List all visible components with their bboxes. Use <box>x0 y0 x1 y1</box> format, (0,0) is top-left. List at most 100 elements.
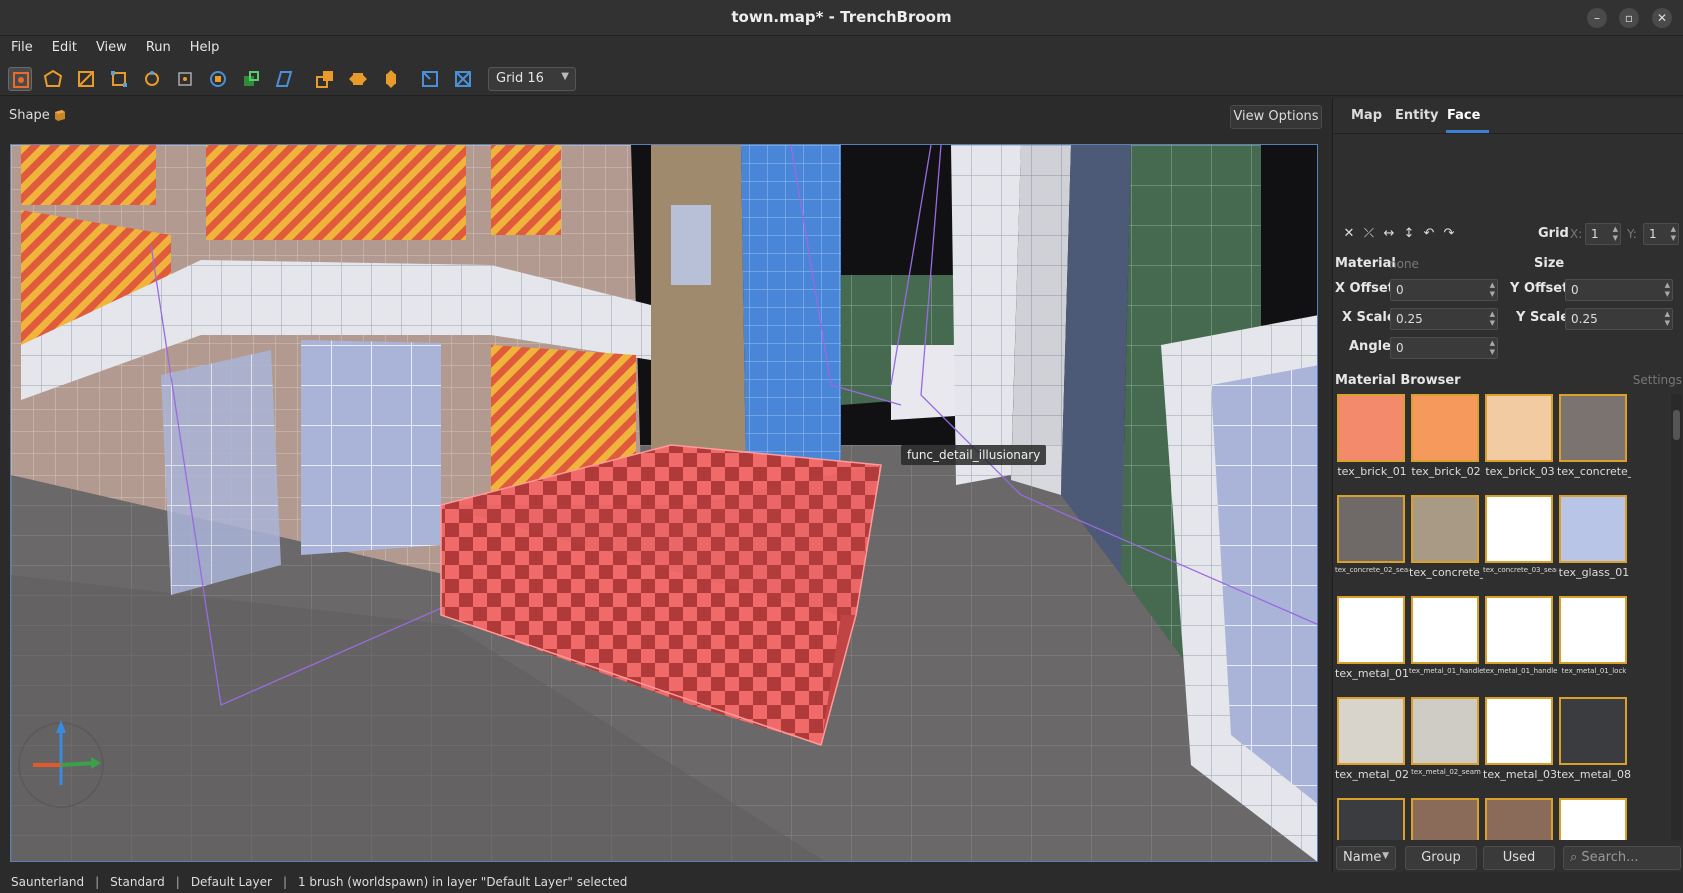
flip-vertical-icon[interactable] <box>379 67 403 91</box>
material-scrollbar[interactable] <box>1671 394 1682 840</box>
material-tile[interactable]: tex_brick_03 <box>1483 394 1557 478</box>
material-tile[interactable]: tex_brick_01 <box>1335 394 1409 478</box>
status-bar: Saunterland | Standard | Default Layer | 1 bru… <box>0 872 1683 893</box>
material-name: tex_metal_08 <box>1557 768 1631 781</box>
edge-tool-icon[interactable] <box>140 67 164 91</box>
grid-y-value: 1 <box>1649 227 1657 241</box>
cube-icon[interactable] <box>52 107 68 123</box>
search-field[interactable]: ⌕ Search... <box>1563 846 1681 870</box>
menu-bar: File Edit View Run Help <box>0 36 1683 62</box>
tab-face[interactable]: Face <box>1447 108 1480 123</box>
shear-tool-icon[interactable] <box>272 67 296 91</box>
view-options-button[interactable]: View Options <box>1230 105 1322 129</box>
scale-tool-icon[interactable] <box>239 67 263 91</box>
spinner-arrows-icon[interactable]: ▲ ▼ <box>1665 281 1670 299</box>
menu-run[interactable]: Run <box>135 36 179 55</box>
rotate-ccw-icon[interactable]: ↶ <box>1421 226 1437 242</box>
material-tile[interactable]: tex_metal_01_handle <box>1409 596 1483 675</box>
settings-link[interactable]: Settings <box>1633 373 1682 387</box>
grid-x-spinner[interactable]: 1 ▲ ▼ <box>1585 223 1621 245</box>
inspector-tabs: Map Entity Face <box>1333 98 1683 134</box>
status-mode: Standard <box>110 875 165 889</box>
reset-icon[interactable]: ✕ <box>1341 226 1357 242</box>
rotate-cw-icon[interactable]: ↷ <box>1441 226 1457 242</box>
y-scale-label: Y Scale <box>1516 310 1570 325</box>
group-toggle[interactable]: Group <box>1405 846 1477 870</box>
brush-tool-icon[interactable] <box>41 67 65 91</box>
minimize-icon[interactable]: – <box>1587 8 1607 28</box>
entity-name-label: func_detail_illusionary <box>901 445 1047 465</box>
maximize-icon[interactable]: ▫ <box>1619 8 1639 28</box>
material-tile[interactable]: tex_metal_01_lock <box>1557 596 1631 675</box>
material-tile[interactable]: tex_metal_02_seam <box>1409 697 1483 776</box>
menu-view[interactable]: View <box>85 36 135 55</box>
status-separator: | <box>175 875 180 889</box>
menu-file[interactable]: File <box>0 36 41 55</box>
duplicate-icon[interactable] <box>313 67 337 91</box>
search-placeholder: Search... <box>1581 850 1639 865</box>
shape-label: Shape <box>9 108 50 123</box>
grid-y-spinner[interactable]: 1 ▲ ▼ <box>1643 223 1679 245</box>
spinner-arrows-icon[interactable]: ▲ ▼ <box>1490 339 1495 357</box>
status-separator: | <box>282 875 287 889</box>
material-swatch <box>1411 495 1479 563</box>
spinner-arrows-icon[interactable]: ▲ ▼ <box>1613 225 1618 243</box>
spinner-arrows-icon[interactable]: ▲ ▼ <box>1665 310 1670 328</box>
used-toggle[interactable]: Used <box>1483 846 1555 870</box>
material-tile[interactable]: tex_concrete_02_seam <box>1335 495 1409 574</box>
material-tile[interactable]: tex_metal_02 <box>1335 697 1409 781</box>
x-offset-field[interactable]: 0 ▲ ▼ <box>1390 279 1498 301</box>
texture-lock-icon[interactable] <box>418 67 442 91</box>
3d-viewport[interactable]: func_detail_illusionary <box>10 144 1318 862</box>
face-tool-icon[interactable] <box>173 67 197 91</box>
x-scale-label: X Scale <box>1342 310 1396 325</box>
material-tile[interactable]: tex_metal_03 <box>1483 697 1557 781</box>
spinner-arrows-icon[interactable]: ▲ ▼ <box>1671 225 1676 243</box>
close-icon[interactable]: ✕ <box>1652 8 1672 28</box>
material-swatch <box>1559 596 1627 664</box>
material-swatch <box>1559 798 1627 840</box>
material-swatch <box>1411 596 1479 664</box>
material-tile[interactable] <box>1483 798 1557 840</box>
tab-entity[interactable]: Entity <box>1395 108 1439 123</box>
material-tile[interactable] <box>1335 798 1409 840</box>
rotate-tool-icon[interactable] <box>206 67 230 91</box>
material-tile[interactable]: tex_brick_02 <box>1409 394 1483 478</box>
material-tile[interactable]: tex_metal_01 <box>1335 596 1409 680</box>
material-name: tex_brick_02 <box>1411 465 1481 478</box>
tab-map[interactable]: Map <box>1351 108 1382 123</box>
angle-field[interactable]: 0 ▲ ▼ <box>1390 337 1498 359</box>
x-scale-field[interactable]: 0.25 ▲ ▼ <box>1390 308 1498 330</box>
material-tile[interactable]: tex_concrete_03_seam <box>1483 495 1557 574</box>
select-tool-icon[interactable] <box>8 67 32 91</box>
vertex-tool-icon[interactable] <box>107 67 131 91</box>
flip-horizontal-icon[interactable] <box>346 67 370 91</box>
y-scale-field[interactable]: 0.25 ▲ ▼ <box>1565 308 1673 330</box>
material-tile[interactable]: tex_metal_08 <box>1557 697 1631 781</box>
reset-alignment-icon[interactable]: ⤫ <box>1361 226 1377 242</box>
menu-edit[interactable]: Edit <box>41 36 85 55</box>
flip-horizontal-icon[interactable]: ↔ <box>1381 226 1397 242</box>
clip-tool-icon[interactable] <box>74 67 98 91</box>
flip-vertical-icon[interactable]: ↕ <box>1401 226 1417 242</box>
y-scale-value: 0.25 <box>1571 312 1598 326</box>
y-offset-field[interactable]: 0 ▲ ▼ <box>1565 279 1673 301</box>
material-tile[interactable]: tex_concrete_03 <box>1409 495 1483 579</box>
grid-y-label: Y: <box>1627 227 1637 241</box>
material-tile[interactable] <box>1557 798 1631 840</box>
material-name: tex_metal_03 <box>1483 768 1557 781</box>
title-bar: town.map* - TrenchBroom – ▫ ✕ <box>0 0 1683 36</box>
material-tile[interactable] <box>1409 798 1483 840</box>
status-layer: Default Layer <box>190 875 272 889</box>
menu-help[interactable]: Help <box>179 36 228 55</box>
grid-size-select[interactable]: Grid 16 ▼ <box>488 67 576 91</box>
sort-select[interactable]: Name ▼ <box>1336 846 1396 870</box>
material-tile[interactable]: tex_metal_01_handles <box>1483 596 1557 675</box>
material-label: Material <box>1335 256 1396 271</box>
spinner-arrows-icon[interactable]: ▲ ▼ <box>1490 310 1495 328</box>
material-tile[interactable]: tex_concrete_02 <box>1557 394 1631 478</box>
scrollbar-thumb[interactable] <box>1673 410 1680 440</box>
material-tile[interactable]: tex_glass_01 <box>1557 495 1631 579</box>
uv-lock-icon[interactable] <box>451 67 475 91</box>
spinner-arrows-icon[interactable]: ▲ ▼ <box>1490 281 1495 299</box>
